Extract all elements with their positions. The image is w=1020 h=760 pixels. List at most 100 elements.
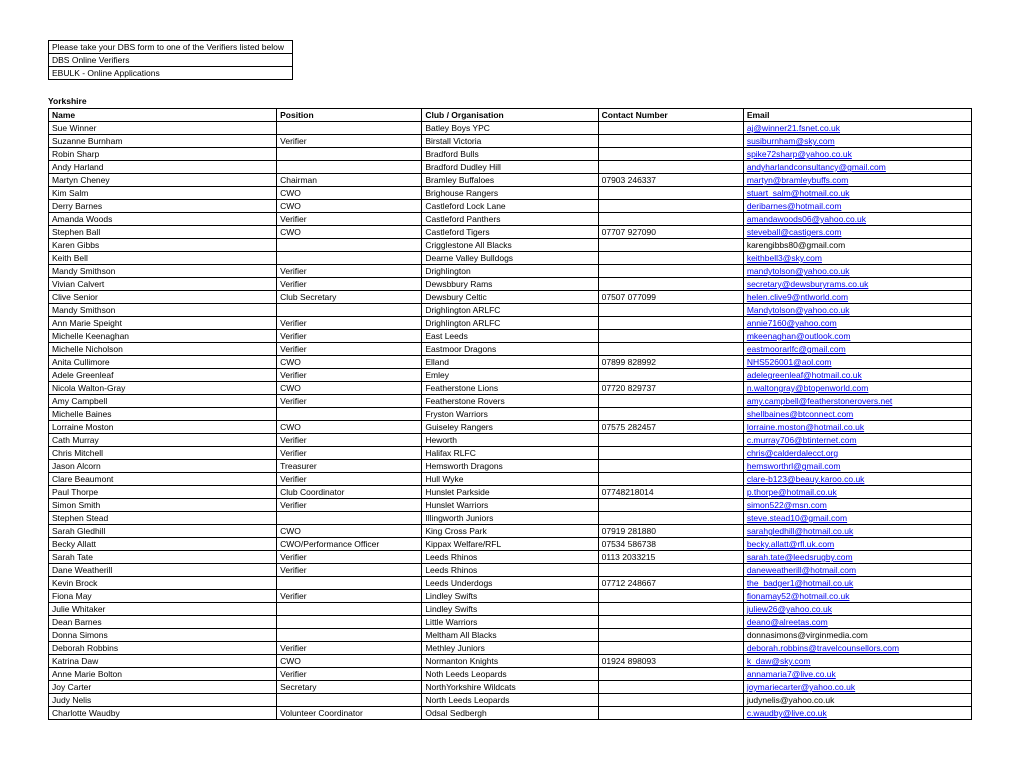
cell-email: susiburnham@sky.com [743, 135, 971, 148]
cell-position: CWO [277, 525, 422, 538]
cell-name: Kim Salm [49, 187, 277, 200]
cell-organisation: Hemsworth Dragons [422, 460, 598, 473]
cell-position: CWO [277, 200, 422, 213]
email-link[interactable]: andyharlandconsultancy@gmail.com [747, 162, 886, 172]
email-link[interactable]: sarahgledhill@hotmail.co.uk [747, 526, 853, 536]
cell-email: c.murray706@btinternet.com [743, 434, 971, 447]
cell-position: Verifier [277, 668, 422, 681]
email-link[interactable]: the_badger1@hotmail.co.uk [747, 578, 853, 588]
table-row: Deborah RobbinsVerifierMethley Juniorsde… [49, 642, 972, 655]
email-link[interactable]: eastmoorarlfc@gmail.com [747, 344, 846, 354]
email-link[interactable]: amandawoods06@yahoo.co.uk [747, 214, 866, 224]
cell-email: joymariecarter@yahoo.co.uk [743, 681, 971, 694]
table-row: Joy CarterSecretaryNorthYorkshire Wildca… [49, 681, 972, 694]
email-link[interactable]: keithbell3@sky.com [747, 253, 822, 263]
cell-email: the_badger1@hotmail.co.uk [743, 577, 971, 590]
email-link[interactable]: adelegreenleaf@hotmail.co.uk [747, 370, 862, 380]
email-link[interactable]: martyn@bramleybuffs.com [747, 175, 849, 185]
email-link[interactable]: c.murray706@btinternet.com [747, 435, 857, 445]
cell-name: Amy Campbell [49, 395, 277, 408]
cell-organisation: Normanton Knights [422, 655, 598, 668]
email-link[interactable]: amy.campbell@featherstonerovers.net [747, 396, 892, 406]
email-link[interactable]: joymariecarter@yahoo.co.uk [747, 682, 855, 692]
email-link[interactable]: becky.allatt@rfl.uk.com [747, 539, 834, 549]
email-link[interactable]: annamaria7@live.co.uk [747, 669, 836, 679]
email-link[interactable]: deano@alreetas.com [747, 617, 828, 627]
cell-email: eastmoorarlfc@gmail.com [743, 343, 971, 356]
cell-position: CWO [277, 356, 422, 369]
cell-email: spike72sharp@yahoo.co.uk [743, 148, 971, 161]
cell-position [277, 603, 422, 616]
email-link[interactable]: juliew26@yahoo.co.uk [747, 604, 832, 614]
email-link[interactable]: mkeenaghan@outlook.com [747, 331, 851, 341]
email-link[interactable]: k_daw@sky.com [747, 656, 811, 666]
email-link[interactable]: Mandytolson@yahoo.co.uk [747, 305, 850, 315]
email-link[interactable]: steve.stead10@gmail.com [747, 513, 847, 523]
cell-organisation: Hull Wyke [422, 473, 598, 486]
email-link[interactable]: daneweatherill@hotmail.com [747, 565, 856, 575]
cell-contact-number [598, 122, 743, 135]
email-link[interactable]: simon522@msn.com [747, 500, 827, 510]
email-link[interactable]: p.thorpe@hotmail.co.uk [747, 487, 837, 497]
cell-name: Dean Barnes [49, 616, 277, 629]
cell-organisation: Eastmoor Dragons [422, 343, 598, 356]
table-row: Clare BeaumontVerifierHull Wykeclare-b12… [49, 473, 972, 486]
cell-position [277, 616, 422, 629]
cell-email: keithbell3@sky.com [743, 252, 971, 265]
email-link[interactable]: steveball@castigers.com [747, 227, 842, 237]
email-link[interactable]: mandytolson@yahoo.co.uk [747, 266, 850, 276]
cell-position: Verifier [277, 343, 422, 356]
cell-position: Secretary [277, 681, 422, 694]
header-line-0: Please take your DBS form to one of the … [49, 41, 293, 54]
email-link[interactable]: deribarnes@hotmail.com [747, 201, 842, 211]
email-link[interactable]: chris@calderdalecct.org [747, 448, 838, 458]
cell-name: Clive Senior [49, 291, 277, 304]
email-link[interactable]: sarah.tate@leedsrugby.com [747, 552, 853, 562]
cell-position: Volunteer Coordinator [277, 707, 422, 720]
cell-name: Keith Bell [49, 252, 277, 265]
email-link[interactable]: secretary@dewsburyrams.co.uk [747, 279, 869, 289]
table-row: Anita CullimoreCWOElland07899 828992NHS5… [49, 356, 972, 369]
email-link[interactable]: clare-b123@beauy.karoo.co.uk [747, 474, 865, 484]
cell-organisation: Emley [422, 369, 598, 382]
cell-contact-number: 07707 927090 [598, 226, 743, 239]
email-link[interactable]: spike72sharp@yahoo.co.uk [747, 149, 852, 159]
cell-email: steveball@castigers.com [743, 226, 971, 239]
cell-contact-number [598, 447, 743, 460]
email-link[interactable]: shellbaines@btconnect.com [747, 409, 853, 419]
email-link[interactable]: stuart_salm@hotmail.co.uk [747, 188, 850, 198]
cell-position [277, 161, 422, 174]
cell-organisation: Lindley Swifts [422, 590, 598, 603]
cell-position: CWO [277, 421, 422, 434]
email-link[interactable]: aj@winner21.fsnet.co.uk [747, 123, 840, 133]
email-link[interactable]: deborah.robbins@travelcounsellors.com [747, 643, 899, 653]
cell-organisation: Crigglestone All Blacks [422, 239, 598, 252]
email-link[interactable]: annie7160@yahoo.com [747, 318, 837, 328]
cell-contact-number [598, 629, 743, 642]
table-row: Judy NelisNorth Leeds Leopardsjudynelis@… [49, 694, 972, 707]
cell-position: Verifier [277, 317, 422, 330]
cell-position: Verifier [277, 434, 422, 447]
email-link[interactable]: susiburnham@sky.com [747, 136, 835, 146]
table-row: Ann Marie SpeightVerifierDrighlington AR… [49, 317, 972, 330]
cell-email: sarah.tate@leedsrugby.com [743, 551, 971, 564]
email-link[interactable]: fionamay52@hotmail.co.uk [747, 591, 850, 601]
cell-organisation: Leeds Rhinos [422, 564, 598, 577]
cell-email: clare-b123@beauy.karoo.co.uk [743, 473, 971, 486]
email-link[interactable]: NHS526001@aol.com [747, 357, 832, 367]
cell-name: Adele Greenleaf [49, 369, 277, 382]
email-link[interactable]: lorraine.moston@hotmail.co.uk [747, 422, 864, 432]
cell-organisation: Castleford Tigers [422, 226, 598, 239]
cell-contact-number [598, 668, 743, 681]
cell-organisation: Hunslet Parkside [422, 486, 598, 499]
cell-email: deano@alreetas.com [743, 616, 971, 629]
cell-organisation: Drighlington ARLFC [422, 317, 598, 330]
cell-contact-number [598, 616, 743, 629]
cell-name: Chris Mitchell [49, 447, 277, 460]
email-link[interactable]: c.waudby@live.co.uk [747, 708, 827, 718]
cell-email: judynelis@yahoo.co.uk [743, 694, 971, 707]
email-link[interactable]: n.waltongray@btopenworld.com [747, 383, 869, 393]
email-link[interactable]: helen.clive9@ntlworld.com [747, 292, 848, 302]
table-row: Simon SmithVerifierHunslet Warriorssimon… [49, 499, 972, 512]
email-link[interactable]: hemsworthrl@gmail.com [747, 461, 841, 471]
